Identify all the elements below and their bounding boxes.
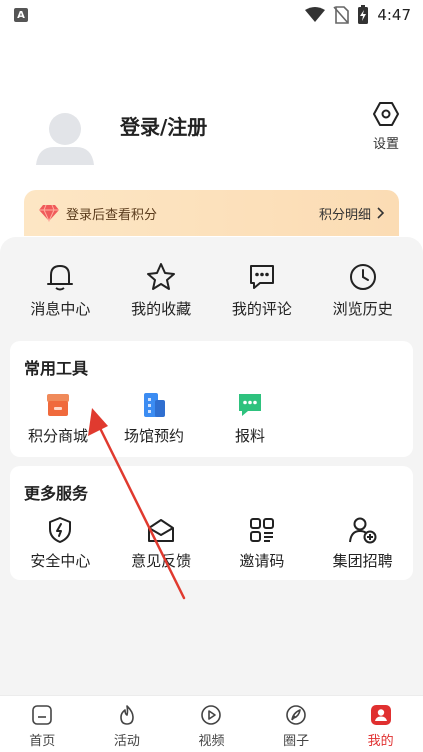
service-feedback[interactable]: 意见反馈	[113, 516, 209, 571]
status-left: A	[14, 8, 28, 22]
tab-home[interactable]: 首页	[7, 703, 77, 752]
shield-icon	[49, 517, 72, 543]
tab-activity[interactable]: 活动	[92, 703, 162, 752]
tool-label: 场馆预约	[123, 427, 184, 445]
battery-charging-icon	[358, 5, 369, 24]
building-icon	[144, 393, 165, 417]
tab-circle[interactable]: 圈子	[261, 703, 331, 752]
points-banner-text: 登录后查看积分	[66, 207, 158, 223]
login-register-link[interactable]: 登录/注册	[120, 111, 207, 140]
services-card-title: 更多服务	[24, 484, 89, 503]
tab-label: 首页	[29, 734, 56, 749]
quick-link-label: 消息中心	[30, 300, 91, 318]
user-icon	[370, 705, 391, 725]
hexagon-settings-icon	[373, 102, 399, 126]
envelope-icon	[148, 519, 175, 542]
avatar[interactable]	[34, 103, 96, 165]
home-icon	[32, 705, 53, 725]
service-label: 集团招聘	[332, 552, 393, 570]
tools-card-items: 积分商城 场馆预约 报料	[10, 391, 413, 446]
wifi-icon	[305, 7, 326, 22]
quick-link-favorites[interactable]: 我的收藏	[113, 262, 209, 322]
tool-report[interactable]: 报料	[202, 391, 298, 446]
shop-icon	[47, 394, 69, 416]
points-banner[interactable]: 登录后查看积分 积分明细	[24, 190, 399, 236]
points-banner-left: 登录后查看积分	[38, 204, 157, 223]
services-card-items: 安全中心 意见反馈 邀请码 集团招聘	[10, 516, 413, 571]
service-label: 意见反馈	[131, 552, 192, 570]
services-card: 更多服务 安全中心 意见反馈 邀请码 集团招聘	[10, 466, 413, 580]
service-security-center[interactable]: 安全中心	[12, 516, 108, 571]
qr-code-icon	[249, 518, 274, 542]
flame-icon	[120, 705, 134, 725]
tool-points-mall[interactable]: 积分商城	[10, 391, 106, 446]
diamond-icon	[39, 204, 59, 222]
profile-header: 登录/注册 设置	[0, 95, 423, 175]
points-detail-label: 积分明细	[318, 207, 371, 223]
quick-link-messages[interactable]: 消息中心	[12, 262, 108, 322]
quick-link-history[interactable]: 浏览历史	[315, 262, 411, 322]
no-sim-icon	[333, 6, 350, 24]
tab-video[interactable]: 视频	[176, 703, 246, 752]
play-icon	[201, 705, 222, 725]
tools-card: 常用工具 积分商城 场馆预约 报料	[10, 341, 413, 457]
quick-links-row: 消息中心 我的收藏 我的评论 浏览历史	[0, 262, 423, 322]
clock-icon	[349, 264, 376, 290]
chevron-right-icon	[377, 207, 385, 219]
tab-label: 我的	[367, 734, 394, 749]
tab-label: 圈子	[283, 734, 310, 749]
bottom-tab-bar: 首页 活动 视频 圈子 我的	[0, 695, 423, 752]
star-icon	[147, 263, 176, 290]
service-label: 邀请码	[239, 552, 285, 570]
chat-icon	[239, 394, 261, 416]
service-label: 安全中心	[30, 552, 91, 570]
recruit-icon	[348, 517, 377, 544]
service-group-recruitment[interactable]: 集团招聘	[315, 516, 411, 571]
status-bar: A 4:47	[0, 0, 423, 30]
points-detail-link[interactable]: 积分明细	[319, 204, 385, 223]
tab-label: 视频	[198, 734, 225, 749]
service-invite-code[interactable]: 邀请码	[214, 516, 310, 571]
quick-link-label: 我的收藏	[131, 300, 192, 318]
settings-button[interactable]: 设置	[366, 101, 406, 152]
comment-icon	[249, 265, 274, 289]
settings-label: 设置	[372, 137, 399, 152]
tool-venue-booking[interactable]: 场馆预约	[106, 391, 202, 446]
tools-card-title: 常用工具	[24, 359, 89, 378]
status-time: 4:47	[377, 6, 411, 24]
tool-label: 报料	[234, 427, 265, 445]
avatar-placeholder-icon	[36, 113, 94, 165]
status-right: 4:47	[305, 5, 411, 25]
quick-link-comments[interactable]: 我的评论	[214, 262, 310, 322]
tab-mine[interactable]: 我的	[346, 703, 416, 752]
bell-icon	[47, 265, 74, 291]
tab-label: 活动	[113, 734, 140, 749]
tool-label: 积分商城	[27, 427, 88, 445]
app-notification-icon: A	[14, 8, 28, 22]
feather-icon	[286, 705, 306, 725]
quick-link-label: 我的评论	[231, 300, 292, 318]
quick-link-label: 浏览历史	[332, 300, 393, 318]
